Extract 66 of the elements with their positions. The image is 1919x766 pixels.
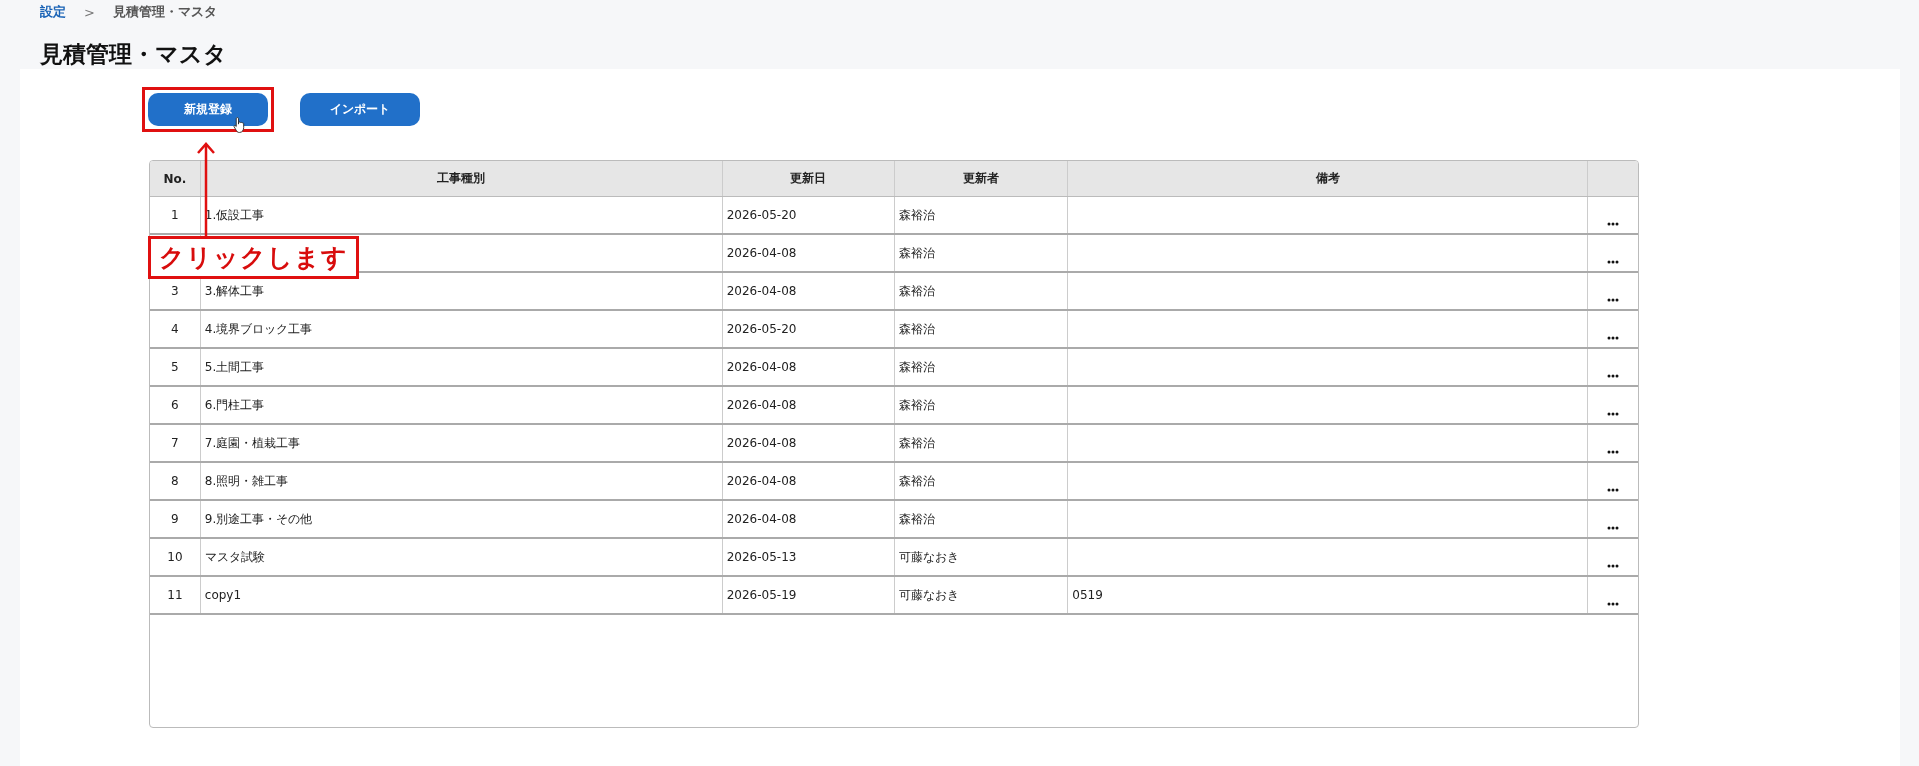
column-header: No. [150, 161, 201, 197]
table-cell: 10 [167, 550, 183, 564]
table-cell: 4 [171, 322, 179, 336]
table-cell: 5.土間工事 [204, 359, 265, 374]
page-title: 見積管理・マスタ [40, 40, 228, 69]
table-cell: 9.別途工事・その他 [204, 511, 313, 526]
table-cell: 可藤なおき [898, 549, 959, 564]
table-cell: 2026-05-20 [726, 208, 797, 222]
more-icon [1607, 412, 1620, 416]
table-cell: 2026-04-08 [726, 474, 797, 488]
table-cell: 可藤なおき [898, 587, 959, 602]
breadcrumb-separator: > [84, 4, 95, 20]
table-cell: 森裕治 [898, 207, 935, 222]
table-cell: 3.解体工事 [204, 283, 265, 298]
more-icon [1607, 222, 1620, 226]
table-cell: 9 [171, 512, 179, 526]
table-cell: 0519 [1072, 588, 1103, 602]
table-cell: 森裕治 [898, 511, 935, 526]
more-icon [1607, 602, 1620, 606]
table-cell: 11 [167, 588, 183, 602]
table-cell: 1 [171, 208, 179, 222]
table-cell: 森裕治 [898, 359, 935, 374]
table-cell: 2026-04-08 [726, 398, 797, 412]
table-cell: 森裕治 [898, 397, 935, 412]
table-cell: 2026-04-08 [726, 360, 797, 374]
table-cell: 6.門柱工事 [204, 397, 265, 412]
new-button[interactable]: 新規登録 [148, 93, 268, 126]
table-cell: 2026-05-20 [726, 322, 797, 336]
column-header: 備考 [1067, 161, 1588, 197]
table-cell: 3 [171, 284, 179, 298]
breadcrumb-current: 見積管理・マスタ [112, 3, 217, 21]
more-icon [1607, 564, 1620, 568]
table-cell: 森裕治 [898, 321, 935, 336]
table-cell: 森裕治 [898, 435, 935, 450]
column-header: 更新日 [722, 161, 895, 197]
more-icon [1607, 450, 1620, 454]
more-icon [1607, 488, 1620, 492]
table-cell: 2026-05-19 [726, 588, 797, 602]
column-header: 工事種別 [200, 161, 723, 197]
table-cell: 8.照明・雑工事 [204, 473, 289, 488]
more-icon [1607, 260, 1620, 264]
hand-cursor-icon [233, 116, 247, 134]
table-cell: 8 [171, 474, 179, 488]
table-cell: 7 [171, 436, 179, 450]
table-cell: 2026-05-13 [726, 550, 797, 564]
annotation-label: クリックします [148, 236, 359, 279]
table-cell: 2026-04-08 [726, 284, 797, 298]
table-cell: 森裕治 [898, 283, 935, 298]
table-cell: 森裕治 [898, 245, 935, 260]
more-icon [1607, 298, 1620, 302]
table-cell: 4.境界ブロック工事 [204, 321, 313, 336]
table-cell: 6 [171, 398, 179, 412]
breadcrumb-link[interactable]: 設定 [40, 3, 66, 21]
table-cell: 5 [171, 360, 179, 374]
table-cell: 2026-04-08 [726, 436, 797, 450]
column-header: 更新者 [894, 161, 1068, 197]
table-cell: マスタ試験 [204, 549, 265, 564]
more-icon [1607, 526, 1620, 530]
table-cell: copy1 [204, 588, 242, 602]
more-icon [1607, 336, 1620, 340]
table-cell: 7.庭園・植栽工事 [204, 435, 301, 450]
import-button[interactable]: インポート [300, 93, 420, 126]
more-icon [1607, 374, 1620, 378]
table-cell: 2026-04-08 [726, 512, 797, 526]
table-cell: 2026-04-08 [726, 246, 797, 260]
table-cell: 森裕治 [898, 473, 935, 488]
